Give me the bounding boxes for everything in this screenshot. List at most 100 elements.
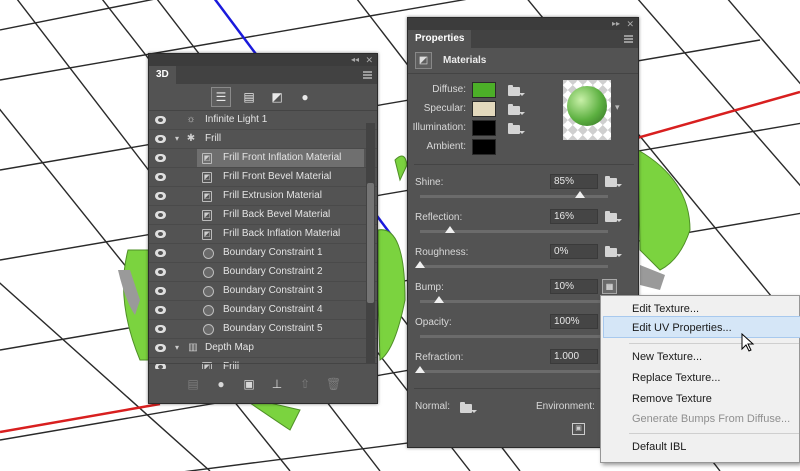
reflection-value-field[interactable]: 16%: [550, 209, 598, 224]
properties-topbar[interactable]: ▸▸ ✕: [408, 18, 638, 30]
opacity-value-field[interactable]: 100%: [550, 314, 598, 329]
refraction-slider-track[interactable]: [420, 370, 608, 373]
shine-value-field[interactable]: 85%: [550, 174, 598, 189]
visibility-eye-icon[interactable]: [155, 268, 166, 276]
layer-row-depth-map[interactable]: ▾ ▥ Depth Map: [149, 339, 377, 358]
layer-row-material-selected[interactable]: ◩ Frill Front Inflation Material: [149, 149, 377, 168]
visibility-eye-icon[interactable]: [155, 116, 166, 124]
layer-label: Depth Map: [205, 342, 254, 353]
expand-chevron-icon[interactable]: ▾: [175, 343, 179, 352]
ground-plane-icon[interactable]: ⊥: [270, 377, 284, 391]
bump-value-field[interactable]: 10%: [550, 279, 598, 294]
panel-menu-icon[interactable]: [624, 35, 633, 43]
layer-label: Frill: [205, 133, 222, 144]
illumination-folder-icon[interactable]: [508, 123, 525, 134]
panel-menu-icon[interactable]: [363, 71, 372, 79]
mouse-pointer-icon: [741, 333, 755, 352]
bump-slider-track[interactable]: [420, 300, 608, 303]
environment-label: Environment:: [536, 401, 595, 412]
depth-map-icon: ▥: [188, 342, 198, 353]
roughness-folder-icon[interactable]: [605, 246, 622, 257]
scene-filter-icon[interactable]: ☰: [211, 87, 231, 107]
visibility-eye-icon[interactable]: [155, 154, 166, 162]
menu-item-edit-texture[interactable]: Edit Texture...: [632, 303, 699, 315]
menu-item-remove-texture[interactable]: Remove Texture: [632, 393, 712, 405]
specular-folder-icon[interactable]: [508, 104, 525, 115]
menu-separator: [629, 433, 799, 434]
tab-3d[interactable]: 3D: [149, 66, 176, 84]
layer-row-constraint[interactable]: Boundary Constraint 5: [149, 320, 377, 339]
delete-disabled-icon[interactable]: ▤: [186, 377, 200, 391]
material-icon: ◩: [202, 172, 212, 183]
diffuse-folder-icon[interactable]: [508, 85, 525, 96]
reflection-folder-icon[interactable]: [605, 211, 622, 222]
refraction-value-field[interactable]: 1.000: [550, 349, 598, 364]
menu-item-new-texture[interactable]: New Texture...: [632, 351, 702, 363]
menu-item-replace-texture[interactable]: Replace Texture...: [632, 372, 720, 384]
layer-row-constraint[interactable]: Boundary Constraint 4: [149, 301, 377, 320]
menu-separator: [629, 343, 799, 344]
visibility-eye-icon[interactable]: [155, 192, 166, 200]
layer-list-scrollbar[interactable]: [366, 123, 375, 363]
visibility-eye-icon[interactable]: [155, 287, 166, 295]
light-add-icon[interactable]: ●: [214, 377, 228, 391]
visibility-eye-icon[interactable]: [155, 135, 166, 143]
illumination-label: Illumination:: [412, 122, 466, 133]
visibility-eye-icon[interactable]: [155, 306, 166, 314]
layer-row-constraint[interactable]: Boundary Constraint 1: [149, 244, 377, 263]
visibility-eye-icon[interactable]: [155, 249, 166, 257]
material-filter-icon[interactable]: ◩: [267, 87, 287, 107]
mesh-filter-icon[interactable]: ▤: [239, 87, 259, 107]
roughness-slider-knob[interactable]: [415, 261, 425, 268]
layer-label: Boundary Constraint 5: [223, 323, 323, 334]
properties-tabbar: Properties: [408, 30, 638, 48]
collapse-icon[interactable]: ▸▸: [612, 18, 620, 30]
illumination-color-swatch[interactable]: [472, 120, 496, 136]
preview-dropdown-icon[interactable]: ▾: [615, 102, 620, 113]
menu-item-edit-uv-properties[interactable]: Edit UV Properties...: [632, 322, 732, 334]
bump-slider-knob[interactable]: [433, 296, 444, 303]
specular-color-swatch[interactable]: [472, 101, 496, 117]
layer-row-constraint[interactable]: Boundary Constraint 3: [149, 282, 377, 301]
roughness-value-field[interactable]: 0%: [550, 244, 598, 259]
visibility-eye-icon[interactable]: [155, 211, 166, 219]
layer-row-constraint[interactable]: Boundary Constraint 2: [149, 263, 377, 282]
expand-chevron-icon[interactable]: ▾: [175, 134, 179, 143]
bump-texture-button[interactable]: ▦: [602, 279, 617, 294]
visibility-eye-icon[interactable]: [155, 325, 166, 333]
filter-toolbar: ☰ ▤ ◩ ●: [149, 84, 377, 111]
render-icon[interactable]: ▣: [242, 377, 256, 391]
shine-slider-knob[interactable]: [574, 191, 585, 198]
render-settings-icon[interactable]: ▣: [572, 423, 585, 435]
ambient-color-swatch[interactable]: [472, 139, 496, 155]
layer-row-material[interactable]: ◩ Frill Front Bevel Material: [149, 168, 377, 187]
visibility-eye-icon[interactable]: [155, 230, 166, 238]
scrollbar-thumb[interactable]: [367, 183, 374, 303]
materials-icon: ◩: [415, 52, 432, 69]
visibility-eye-icon[interactable]: [155, 344, 166, 352]
shine-folder-icon[interactable]: [605, 176, 622, 187]
reflection-slider-knob[interactable]: [445, 226, 456, 233]
diffuse-color-swatch[interactable]: [472, 82, 496, 98]
close-icon[interactable]: ✕: [365, 54, 373, 66]
opacity-slider-track[interactable]: [420, 335, 608, 338]
tab-properties[interactable]: Properties: [408, 30, 472, 48]
collapse-icon[interactable]: ◂◂: [351, 54, 359, 66]
refraction-slider-knob[interactable]: [415, 366, 425, 373]
panel-3d-topbar[interactable]: ◂◂ ✕: [149, 54, 377, 66]
material-icon: ◩: [202, 191, 212, 202]
layer-row-material[interactable]: ◩ Frill Extrusion Material: [149, 187, 377, 206]
move-icon[interactable]: ⇧: [298, 377, 312, 391]
light-filter-icon[interactable]: ●: [295, 87, 315, 107]
layer-row-material[interactable]: ◩ Frill Back Inflation Material: [149, 225, 377, 244]
layer-row-material[interactable]: ◩ Frill Back Bevel Material: [149, 206, 377, 225]
layer-row-frill-mesh[interactable]: ▾ ✱ Frill: [149, 130, 377, 149]
layer-row-infinite-light[interactable]: ☼ Infinite Light 1: [149, 111, 377, 130]
menu-item-default-ibl[interactable]: Default IBL: [632, 441, 686, 453]
trash-icon[interactable]: 🗑: [326, 377, 341, 391]
roughness-slider-track[interactable]: [420, 265, 608, 268]
normal-folder-icon[interactable]: [460, 402, 477, 413]
close-icon[interactable]: ✕: [626, 18, 634, 30]
material-preview[interactable]: [563, 80, 611, 140]
visibility-eye-icon[interactable]: [155, 173, 166, 181]
